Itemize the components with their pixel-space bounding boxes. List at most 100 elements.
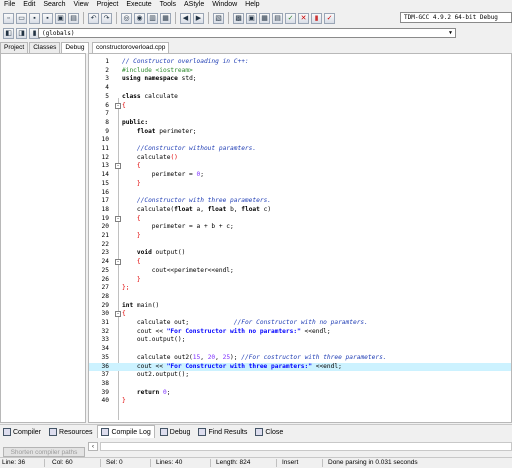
code-line[interactable]: 3 using namespace std; bbox=[89, 75, 511, 84]
code-line[interactable]: 31 calculate out; //For Constructor with… bbox=[89, 319, 511, 328]
tab-project[interactable]: Project bbox=[0, 42, 29, 53]
code-line[interactable]: 37 out2.output(); bbox=[89, 371, 511, 380]
find-icon[interactable]: ◎ bbox=[121, 12, 132, 24]
goto-line-icon[interactable]: ▦ bbox=[160, 12, 171, 24]
code-line[interactable]: 10 bbox=[89, 136, 511, 145]
class-browser-icon[interactable]: ◨ bbox=[16, 27, 27, 39]
code-line[interactable]: 21 } bbox=[89, 232, 511, 241]
save-icon[interactable]: ▪ bbox=[29, 12, 40, 24]
code-line[interactable]: 18 calculate(float a, float b, float c) bbox=[89, 206, 511, 215]
chart-icon[interactable]: ▮ bbox=[311, 12, 322, 24]
code-line[interactable]: 6-{ bbox=[89, 102, 511, 111]
code-line[interactable]: 15 } bbox=[89, 180, 511, 189]
code-text: //Constructor without paramters. bbox=[122, 145, 256, 154]
menu-project[interactable]: Project bbox=[93, 0, 123, 10]
print-icon[interactable]: ▤ bbox=[68, 12, 79, 24]
code-line[interactable]: 33 out.output(); bbox=[89, 336, 511, 345]
code-line[interactable]: 9 float perimeter; bbox=[89, 128, 511, 137]
collapse-left-icon[interactable]: ‹ bbox=[88, 442, 98, 451]
code-line[interactable]: 19- { bbox=[89, 215, 511, 224]
tab-label: Resources bbox=[59, 428, 93, 436]
tab-find-results[interactable]: Find Results bbox=[195, 426, 250, 438]
fold-toggle-icon[interactable]: - bbox=[115, 102, 121, 109]
tab-constructoroverload[interactable]: constructoroverload.cpp bbox=[92, 42, 170, 53]
code-line[interactable]: 4 bbox=[89, 84, 511, 93]
code-line[interactable]: 24- { bbox=[89, 258, 511, 267]
menu-view[interactable]: View bbox=[70, 0, 93, 10]
redo-icon[interactable]: ↷ bbox=[101, 12, 112, 24]
tab-compiler[interactable]: Compiler bbox=[0, 426, 44, 438]
compiler-select[interactable]: TDM-GCC 4.9.2 64-bit Debug bbox=[400, 12, 512, 23]
line-number: 35 bbox=[101, 353, 109, 361]
find-next-icon[interactable]: ▥ bbox=[147, 12, 158, 24]
code-line[interactable]: 14 perimeter = 0; bbox=[89, 171, 511, 180]
code-line[interactable]: 35 calculate out2(15, 20, 25); //For cos… bbox=[89, 353, 511, 363]
stop-icon[interactable]: ✕ bbox=[298, 12, 309, 24]
new-class-icon[interactable]: ◧ bbox=[3, 27, 14, 39]
toggle-bookmark-icon[interactable]: ▧ bbox=[213, 12, 224, 24]
code-line[interactable]: 38 bbox=[89, 380, 511, 389]
menu-file[interactable]: File bbox=[0, 0, 19, 10]
indent-right-icon[interactable]: ▶ bbox=[193, 12, 204, 24]
compile-run-icon[interactable]: ▦ bbox=[259, 12, 270, 24]
check-syntax-icon[interactable]: ✓ bbox=[285, 12, 296, 24]
code-line[interactable]: 17 //Constructor with three parameters. bbox=[89, 197, 511, 206]
fold-toggle-icon[interactable]: - bbox=[115, 163, 121, 170]
menu-execute[interactable]: Execute bbox=[122, 0, 155, 10]
code-line[interactable]: 12 calculate() bbox=[89, 154, 511, 163]
fold-toggle-icon[interactable]: - bbox=[115, 215, 121, 222]
code-editor[interactable]: 1 // Constructor overloading in C++: 2 #inc… bbox=[88, 53, 512, 423]
compile-icon[interactable]: ▩ bbox=[233, 12, 244, 24]
code-line[interactable]: 40} bbox=[89, 397, 511, 406]
fold-toggle-icon[interactable]: - bbox=[115, 259, 121, 266]
indent-left-icon[interactable]: ◀ bbox=[180, 12, 191, 24]
code-line[interactable]: 16 bbox=[89, 189, 511, 198]
save-all-icon[interactable]: ▪ bbox=[42, 12, 53, 24]
chevron-down-icon[interactable]: ▼ bbox=[446, 29, 455, 37]
horizontal-scrollbar[interactable] bbox=[100, 442, 512, 451]
code-line[interactable]: 26 } bbox=[89, 276, 511, 285]
code-line[interactable]: 34 bbox=[89, 345, 511, 354]
tab-debug[interactable]: Debug bbox=[157, 426, 194, 438]
code-line[interactable]: 36 cout << "For Constructor with three p… bbox=[89, 362, 511, 372]
debug-icon[interactable]: ✓ bbox=[324, 12, 335, 24]
tab-classes[interactable]: Classes bbox=[29, 42, 61, 53]
code-line[interactable]: 8 public: bbox=[89, 119, 511, 128]
open-file-icon[interactable]: ▭ bbox=[16, 12, 27, 24]
code-line[interactable]: 5 class calculate bbox=[89, 93, 511, 102]
globals-select[interactable]: (globals) ▼ bbox=[38, 28, 456, 38]
close-file-icon[interactable]: ▣ bbox=[55, 12, 66, 24]
code-line[interactable]: 25 cout<<perimeter<<endl; bbox=[89, 267, 511, 276]
code-line[interactable]: 28 bbox=[89, 293, 511, 302]
menu-help[interactable]: Help bbox=[241, 0, 263, 10]
code-line[interactable]: 23 void output() bbox=[89, 249, 511, 258]
tab-close[interactable]: Close bbox=[252, 426, 286, 438]
code-line[interactable]: 1 // Constructor overloading in C++: bbox=[89, 58, 511, 67]
tab-debug[interactable]: Debug bbox=[61, 42, 89, 53]
code-line[interactable]: 30-{ bbox=[89, 310, 511, 319]
new-file-icon[interactable]: ▫ bbox=[3, 12, 14, 24]
replace-icon[interactable]: ◉ bbox=[134, 12, 145, 24]
code-line[interactable]: 11 //Constructor without paramters. bbox=[89, 145, 511, 154]
line-number: 24 bbox=[101, 258, 109, 266]
code-line[interactable]: 13- { bbox=[89, 162, 511, 171]
fold-toggle-icon[interactable]: - bbox=[115, 311, 121, 318]
code-line[interactable]: 7 bbox=[89, 110, 511, 119]
tab-resources[interactable]: Resources bbox=[46, 426, 95, 438]
menu-edit[interactable]: Edit bbox=[19, 0, 39, 10]
undo-icon[interactable]: ↶ bbox=[88, 12, 99, 24]
tab-compile-log[interactable]: Compile Log bbox=[97, 425, 155, 439]
rebuild-icon[interactable]: ▤ bbox=[272, 12, 283, 24]
menu-search[interactable]: Search bbox=[39, 0, 69, 10]
code-line[interactable]: 39 return 0; bbox=[89, 389, 511, 398]
code-line[interactable]: 29 int main() bbox=[89, 302, 511, 311]
code-line[interactable]: 27}; bbox=[89, 284, 511, 293]
menu-window[interactable]: Window bbox=[208, 0, 241, 10]
code-line[interactable]: 32 cout << "For Constructor with no para… bbox=[89, 328, 511, 337]
shorten-paths-checkbox[interactable]: Shorten compiler paths bbox=[3, 447, 85, 457]
run-icon[interactable]: ▣ bbox=[246, 12, 257, 24]
menu-tools[interactable]: Tools bbox=[156, 0, 180, 10]
menu-astyle[interactable]: AStyle bbox=[180, 0, 208, 10]
code-line[interactable]: 20 perimeter = a + b + c; bbox=[89, 223, 511, 232]
code-text: void output() bbox=[122, 249, 185, 258]
